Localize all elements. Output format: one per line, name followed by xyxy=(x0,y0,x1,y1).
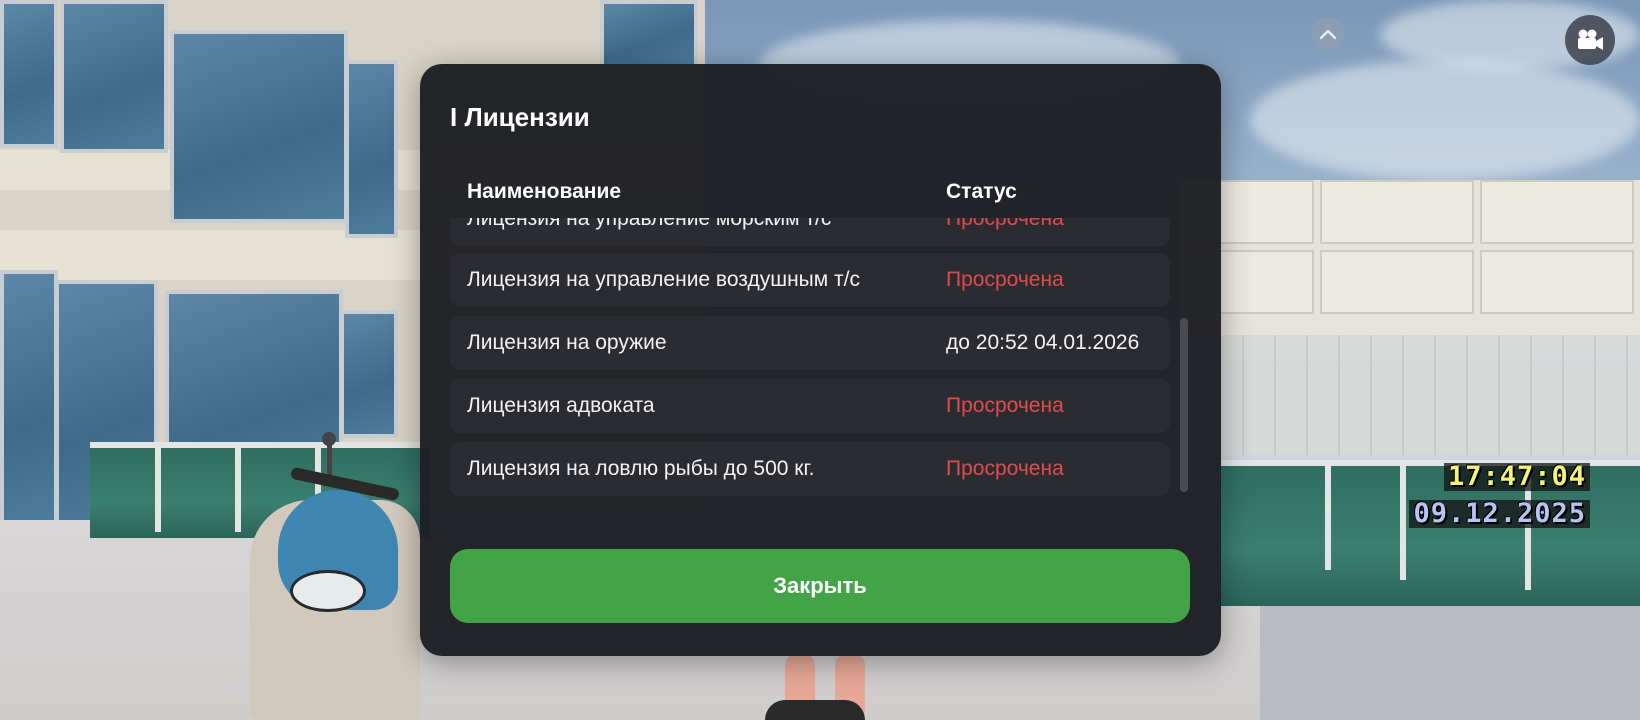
sky-cloud xyxy=(1250,60,1640,180)
column-header-status: Статус xyxy=(946,180,1017,203)
licenses-list[interactable]: Лицензия на управление морским т/с Проср… xyxy=(450,218,1170,574)
license-status: Просрочена xyxy=(946,457,1064,480)
building-right xyxy=(1180,180,1640,360)
license-name: Лицензия на ловлю рыбы до 500 кг. xyxy=(467,457,815,480)
license-name: Лицензия на управление морским т/с xyxy=(467,218,832,230)
license-row: Лицензия на ловлю рыбы до 500 кг. Просро… xyxy=(450,442,1170,496)
scooter-mirror xyxy=(322,432,336,446)
licenses-dialog: I Лицензии Наименование Статус Лицензия … xyxy=(420,64,1221,656)
character-shoe xyxy=(765,700,865,720)
license-status: до 20:52 04.01.2026 xyxy=(946,331,1140,354)
hud-clock-date: 09.12.2025 xyxy=(1409,500,1590,528)
license-row: Лицензия на управление морским т/с Проср… xyxy=(450,218,1170,246)
video-camera-icon[interactable] xyxy=(1565,15,1615,65)
close-button[interactable]: Закрыть xyxy=(450,549,1190,623)
license-row: Лицензия адвоката Просрочена xyxy=(450,379,1170,433)
wall-post xyxy=(1400,460,1406,580)
license-row: Лицензия на оружие до 20:52 04.01.2026 xyxy=(450,316,1170,370)
scooter-headlight xyxy=(290,570,366,612)
chevron-up-icon[interactable] xyxy=(1311,17,1345,51)
fence-right xyxy=(1180,335,1640,455)
license-status: Просрочена xyxy=(946,218,1064,230)
license-name: Лицензия на оружие xyxy=(467,331,667,354)
wall-post xyxy=(1325,460,1331,570)
license-status: Просрочена xyxy=(946,268,1064,291)
scrollbar-thumb[interactable] xyxy=(1180,318,1188,492)
license-name: Лицензия на управление воздушным т/с xyxy=(467,268,860,291)
license-name: Лицензия адвоката xyxy=(467,394,655,417)
license-row: Лицензия на управление воздушным т/с Про… xyxy=(450,253,1170,307)
wall-post xyxy=(235,442,241,532)
column-header-name: Наименование xyxy=(467,180,622,203)
wall-post xyxy=(155,442,161,532)
list-scrollbar[interactable] xyxy=(1180,218,1188,574)
hud-clock-time: 17:47:04 xyxy=(1443,463,1590,491)
license-status: Просрочена xyxy=(946,394,1064,417)
dialog-title: I Лицензии xyxy=(450,102,590,132)
